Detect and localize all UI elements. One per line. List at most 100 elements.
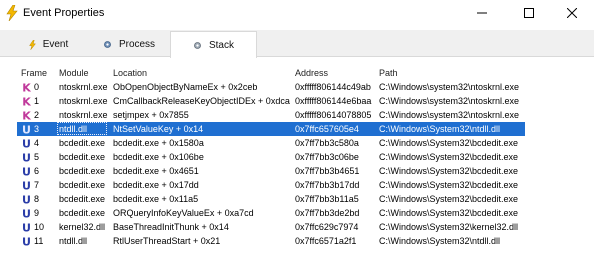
close-icon bbox=[567, 8, 577, 18]
module-cell: ntoskrnl.exe bbox=[59, 96, 108, 106]
location-cell: CmCallbackReleaseKeyObjectIDEx + 0xdca bbox=[113, 96, 290, 106]
svg-text:U: U bbox=[22, 194, 31, 206]
table-row[interactable]: K 1 ntoskrnl.exe CmCallbackReleaseKeyObject… bbox=[0, 94, 594, 108]
frame-cell: 9 bbox=[34, 208, 40, 218]
kernel-mode-icon: K bbox=[22, 96, 31, 108]
stack-panel: Frame Module Location Address Path K 0 nto… bbox=[0, 57, 594, 263]
address-cell: 0x7ff7bb3de2bd bbox=[295, 208, 360, 218]
window-title: Event Properties bbox=[23, 7, 105, 19]
frame-cell: 1 bbox=[34, 96, 40, 106]
stack-gear-icon bbox=[193, 41, 202, 50]
path-cell: C:\Windows\System32\kernel32.dll bbox=[379, 222, 519, 232]
module-cell: ntoskrnl.exe bbox=[59, 110, 108, 120]
table-row[interactable]: U 10 kernel32.dll BaseThreadInitThunk + 0x1… bbox=[0, 220, 594, 234]
tab-label: Stack bbox=[208, 39, 234, 51]
maximize-button[interactable] bbox=[507, 0, 551, 26]
lightning-icon bbox=[6, 5, 18, 21]
table-row[interactable]: K 2 ntoskrnl.exe setjmpex + 0x7855 0xfffff80… bbox=[0, 108, 594, 122]
path-cell: C:\Windows\System32\bcdedit.exe bbox=[379, 208, 519, 218]
module-cell: kernel32.dll bbox=[59, 222, 106, 232]
user-mode-icon: U bbox=[22, 208, 31, 220]
column-header-location[interactable]: Location bbox=[113, 68, 147, 78]
module-cell: bcdedit.exe bbox=[59, 180, 106, 190]
svg-text:U: U bbox=[22, 138, 31, 150]
module-cell: ntdll.dll bbox=[59, 124, 88, 134]
frame-cell: 4 bbox=[34, 138, 40, 148]
column-header-address[interactable]: Address bbox=[295, 68, 328, 78]
user-mode-icon: U bbox=[22, 222, 31, 234]
location-cell: RtlUserThreadStart + 0x21 bbox=[113, 236, 221, 246]
column-header-module[interactable]: Module bbox=[59, 68, 89, 78]
address-cell: 0x7ff7bb3b11a5 bbox=[295, 194, 359, 204]
gear-icon bbox=[103, 40, 112, 49]
tab-label: Process bbox=[118, 39, 156, 50]
column-header-path[interactable]: Path bbox=[379, 68, 398, 78]
title-bar: Event Properties bbox=[0, 0, 594, 26]
table-row[interactable]: U 4 bcdedit.exe bcdedit.exe + 0x1580a 0x7ff7… bbox=[0, 136, 594, 150]
path-cell: C:\Windows\system32\ntoskrnl.exe bbox=[379, 110, 520, 120]
tab-stack[interactable]: Stack bbox=[170, 31, 257, 58]
module-cell: bcdedit.exe bbox=[59, 166, 106, 176]
table-row[interactable]: U 8 bcdedit.exe bcdedit.exe + 0x11a5 0x7ff7b… bbox=[0, 192, 594, 206]
table-row[interactable]: U 3 ntdll.dll NtSetValueKey + 0x14 0x7ffc657… bbox=[0, 122, 594, 136]
table-row[interactable]: U 11 ntdll.dll RtlUserThreadStart + 0x21 0x7… bbox=[0, 234, 594, 248]
path-cell: C:\Windows\System32\ntdll.dll bbox=[379, 236, 501, 246]
address-cell: 0xfffff80614078805 bbox=[295, 110, 372, 120]
table-row[interactable]: U 6 bcdedit.exe bcdedit.exe + 0x4651 0x7ff7b… bbox=[0, 164, 594, 178]
svg-text:K: K bbox=[22, 110, 31, 122]
column-header-frame[interactable]: Frame bbox=[21, 68, 47, 78]
svg-text:U: U bbox=[22, 236, 31, 248]
close-button[interactable] bbox=[550, 0, 594, 26]
module-cell: bcdedit.exe bbox=[59, 194, 106, 204]
svg-text:U: U bbox=[22, 152, 31, 164]
address-cell: 0x7ffc657605e4 bbox=[295, 124, 359, 134]
maximize-icon bbox=[524, 8, 534, 18]
address-cell: 0x7ff7bb3b17dd bbox=[295, 180, 360, 190]
location-cell: bcdedit.exe + 0x4651 bbox=[113, 166, 199, 176]
path-cell: C:\Windows\System32\bcdedit.exe bbox=[379, 194, 519, 204]
path-cell: C:\Windows\system32\ntoskrnl.exe bbox=[379, 96, 520, 106]
kernel-mode-icon: K bbox=[22, 110, 31, 122]
address-cell: 0xfffff806144c49ab bbox=[295, 82, 371, 92]
module-cell: bcdedit.exe bbox=[59, 208, 106, 218]
table-row[interactable]: K 0 ntoskrnl.exe ObOpenObjectByNameEx + 0x2… bbox=[0, 80, 594, 94]
frame-cell: 7 bbox=[34, 180, 40, 190]
location-cell: ObOpenObjectByNameEx + 0x2ceb bbox=[113, 82, 258, 92]
address-cell: 0xfffff806144e6baa bbox=[295, 96, 372, 106]
svg-text:U: U bbox=[22, 180, 31, 192]
minimize-icon bbox=[477, 12, 487, 14]
svg-text:U: U bbox=[22, 124, 31, 136]
frame-cell: 11 bbox=[34, 236, 44, 246]
svg-text:U: U bbox=[22, 208, 31, 220]
table-row[interactable]: U 5 bcdedit.exe bcdedit.exe + 0x106be 0x7ff7… bbox=[0, 150, 594, 164]
path-cell: C:\Windows\system32\ntoskrnl.exe bbox=[379, 82, 520, 92]
location-cell: bcdedit.exe + 0x17dd bbox=[113, 180, 199, 190]
table-row[interactable]: U 7 bcdedit.exe bcdedit.exe + 0x17dd 0x7ff7b… bbox=[0, 178, 594, 192]
kernel-mode-icon: K bbox=[22, 82, 31, 94]
tab-process[interactable]: Process bbox=[90, 33, 168, 56]
location-cell: NtSetValueKey + 0x14 bbox=[113, 124, 204, 134]
location-cell: BaseThreadInitThunk + 0x14 bbox=[113, 222, 229, 232]
path-cell: C:\Windows\System32\bcdedit.exe bbox=[379, 138, 519, 148]
table-header: Frame Module Location Address Path bbox=[0, 66, 594, 80]
user-mode-icon: U bbox=[22, 236, 31, 248]
frame-cell: 10 bbox=[34, 222, 45, 232]
table-row[interactable]: U 9 bcdedit.exe ORQueryInfoKeyValueEx + 0xa… bbox=[0, 206, 594, 220]
user-mode-icon: U bbox=[22, 138, 31, 150]
svg-text:U: U bbox=[22, 222, 31, 234]
address-cell: 0x7ffc6571a2f1 bbox=[295, 236, 357, 246]
module-cell: ntdll.dll bbox=[59, 236, 88, 246]
address-cell: 0x7ff7bb3c580a bbox=[295, 138, 359, 148]
svg-text:K: K bbox=[22, 96, 31, 108]
module-cell: bcdedit.exe bbox=[59, 152, 106, 162]
stack-frame-list: K 0 ntoskrnl.exe ObOpenObjectByNameEx + 0x2… bbox=[0, 80, 594, 248]
location-cell: bcdedit.exe + 0x11a5 bbox=[113, 194, 199, 204]
module-cell: bcdedit.exe bbox=[59, 138, 106, 148]
user-mode-icon: U bbox=[22, 194, 31, 206]
frame-cell: 2 bbox=[34, 110, 40, 120]
tab-event[interactable]: Event bbox=[10, 33, 87, 56]
tab-label: Event bbox=[42, 39, 69, 50]
frame-cell: 5 bbox=[34, 152, 40, 162]
path-cell: C:\Windows\System32\ntdll.dll bbox=[379, 124, 501, 134]
minimize-button[interactable] bbox=[460, 0, 504, 26]
